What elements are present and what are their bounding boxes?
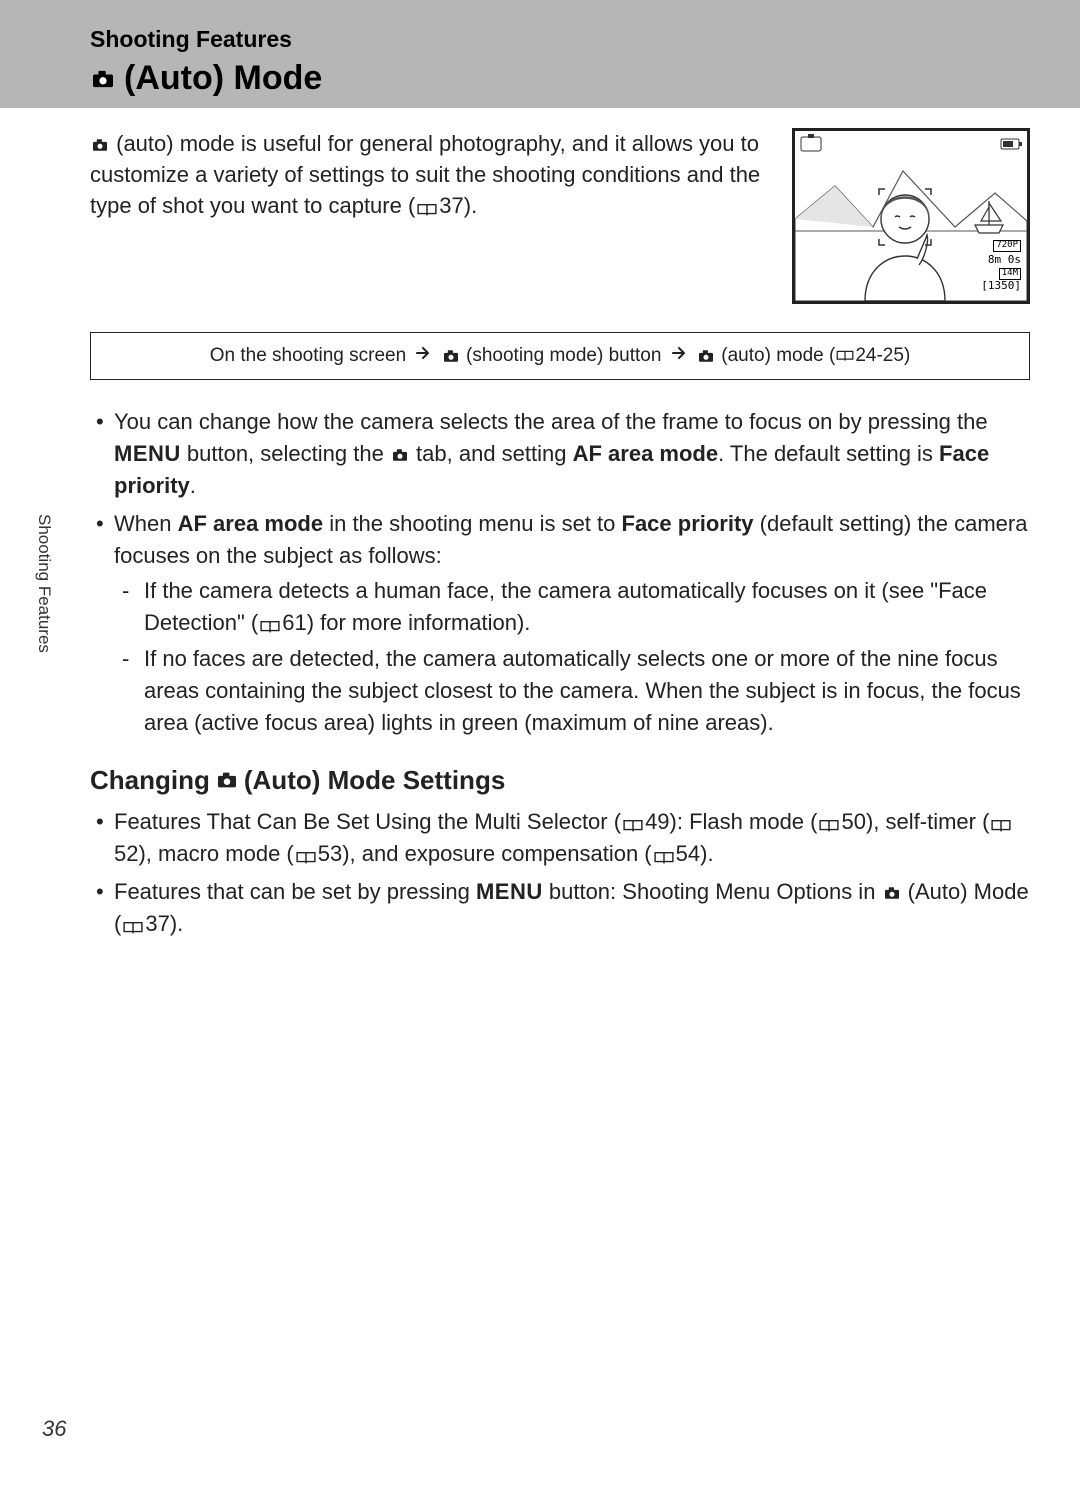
camera-icon [442,349,460,363]
nav-text: (auto) mode ( [721,345,835,366]
camera-icon [90,69,116,89]
list-text: . The default setting is [718,441,939,466]
menu-button-label: MENU [114,441,181,466]
list-text: button: Shooting Menu Options in [543,879,882,904]
list-item: You can change how the camera selects th… [90,406,1030,502]
bold-term: Face priority [622,511,754,536]
list-text: ), and exposure compensation ( [342,841,651,866]
list-text: Features That Can Be Set Using the Multi… [114,809,621,834]
list-text: Features that can be set by pressing [114,879,476,904]
nav-text: (shooting mode) button [466,345,661,366]
list-item: If the camera detects a human face, the … [120,575,1030,639]
bold-term: AF area mode [573,441,719,466]
page-ref: 37 [145,911,169,936]
sub-list: If the camera detects a human face, the … [120,575,1030,738]
page-ref: 24-25 [855,345,904,366]
list-item: If no faces are detected, the camera aut… [120,643,1030,739]
lcd-preview-illustration: 720P 8m 0s 14M [1350] [792,128,1030,304]
nav-text: ) [904,345,910,366]
list-text: When [114,511,178,536]
intro-row: (auto) mode is useful for general photog… [90,128,1030,304]
page-ref: 37 [439,193,463,218]
list-text: ): Flash mode ( [670,809,818,834]
features-list: You can change how the camera selects th… [90,406,1030,739]
page-ref-icon [416,202,438,218]
list-text: button, selecting the [181,441,390,466]
page-ref: 61 [282,610,306,635]
list-text: ), self-timer ( [866,809,989,834]
menu-button-label: MENU [476,879,543,904]
camera-icon [216,771,238,789]
recording-time: 8m 0s [981,254,1021,267]
subhead-text: (Auto) Mode Settings [244,765,505,796]
camera-icon [391,448,409,462]
intro-text: (auto) mode is useful for general photog… [90,128,766,221]
video-res-badge: 720P [993,240,1021,252]
page-ref-icon [990,818,1012,834]
page-ref-icon [622,818,644,834]
list-text: . [190,473,196,498]
intro-line-end: ). [464,193,477,218]
list-item: When AF area mode in the shooting menu i… [90,508,1030,739]
list-text: You can change how the camera selects th… [114,409,988,434]
page-ref-icon [818,818,840,834]
section-name: Shooting Features [90,26,1030,53]
camera-icon [91,138,109,152]
list-text: ). [170,911,183,936]
page-header: Shooting Features (Auto) Mode [0,0,1080,108]
arrow-right-icon [415,345,431,361]
page-ref: 52 [114,841,138,866]
list-text: ) for more information). [307,610,531,635]
page-ref: 53 [318,841,342,866]
list-text: ). [700,841,713,866]
list-text: If no faces are detected, the camera aut… [144,646,1021,735]
page-content: (auto) mode is useful for general photog… [0,108,1080,965]
page-ref: 50 [841,809,865,834]
bold-term: AF area mode [178,511,324,536]
page-ref-icon [259,619,281,635]
list-text: tab, and setting [410,441,573,466]
manual-page: Shooting Features (Auto) Mode (auto) mod… [0,0,1080,1486]
list-text: ), macro mode ( [138,841,293,866]
lcd-info-overlay: 720P 8m 0s 14M [1350] [981,238,1021,293]
page-ref-icon [653,850,675,866]
page-ref-icon [122,920,144,936]
nav-text: On the shooting screen [210,345,406,366]
page-ref-icon [835,349,855,363]
subhead-text: Changing [90,765,210,796]
page-ref: 54 [676,841,700,866]
list-text: in the shooting menu is set to [323,511,621,536]
list-item: Features that can be set by pressing MEN… [90,876,1030,940]
camera-icon [883,886,901,900]
settings-list: Features That Can Be Set Using the Multi… [90,806,1030,940]
subheading: Changing (Auto) Mode Settings [90,765,1030,796]
section-side-tab: Shooting Features [34,514,54,653]
navigation-path-box: On the shooting screen (shooting mode) b… [90,332,1030,380]
list-item: Features That Can Be Set Using the Multi… [90,806,1030,870]
page-number: 36 [42,1416,66,1442]
shots-remaining: [1350] [981,280,1021,293]
page-title-text: (Auto) Mode [124,59,322,98]
page-ref-icon [295,850,317,866]
page-ref: 49 [645,809,669,834]
camera-icon [697,349,715,363]
page-title: (Auto) Mode [90,59,1030,98]
arrow-right-icon [671,345,687,361]
